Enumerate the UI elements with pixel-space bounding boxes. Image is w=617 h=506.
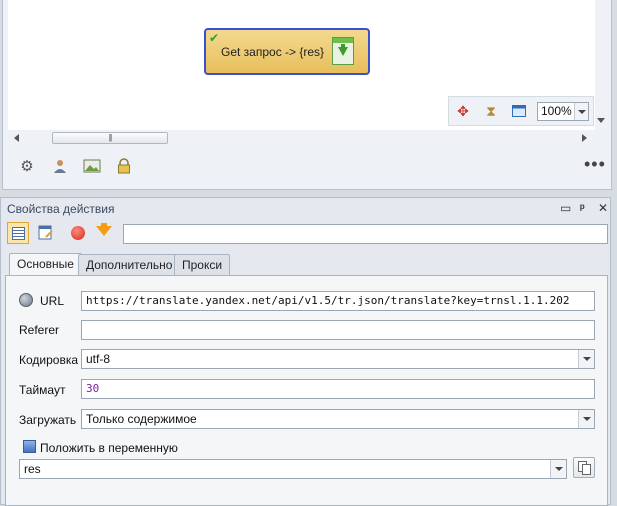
hourglass-icon[interactable]: ⧗	[483, 103, 499, 119]
more-options-icon[interactable]: •••	[584, 154, 606, 175]
gear-icon[interactable]: ⚙	[18, 158, 36, 176]
variable-value: res	[24, 462, 41, 476]
workflow-canvas[interactable]: ✔ Get запрос -> {res} ✥ ⧗ 100%	[8, 0, 595, 130]
chevron-down-icon[interactable]	[574, 103, 588, 120]
encoding-label: Кодировка	[19, 353, 79, 367]
scrollbar-thumb[interactable]: |||	[52, 132, 168, 144]
download-icon	[332, 37, 354, 65]
action-properties-panel: Свойства действия ▭ ᵖ ✕ Основные Дополни…	[0, 197, 611, 506]
chevron-down-icon[interactable]	[578, 410, 594, 428]
edit-form-button[interactable]	[35, 222, 57, 244]
scroll-down-arrow-icon[interactable]	[597, 118, 605, 123]
pin-icon[interactable]: ᵖ	[580, 201, 585, 215]
tab-additional[interactable]: Дополнительно	[78, 254, 181, 275]
copy-button[interactable]	[573, 457, 595, 478]
variable-select[interactable]: res	[19, 459, 567, 479]
scroll-right-arrow-icon[interactable]	[582, 134, 587, 142]
zoom-select[interactable]: 100%	[537, 102, 589, 121]
chevron-down-icon[interactable]	[578, 350, 594, 368]
zoom-toolbar: ✥ ⧗ 100%	[448, 96, 594, 126]
arrow-down-icon	[96, 226, 112, 236]
check-icon: ✔	[209, 31, 220, 45]
panel-title: Свойства действия	[7, 202, 115, 216]
image-icon[interactable]	[83, 158, 101, 176]
table-icon	[12, 227, 25, 240]
user-icon[interactable]	[51, 158, 69, 176]
stop-icon	[71, 226, 85, 240]
zoom-value: 100%	[541, 104, 572, 118]
load-select[interactable]: Только содержимое	[81, 409, 595, 429]
tab-proxy[interactable]: Прокси	[174, 254, 231, 275]
move-down-button[interactable]	[93, 222, 115, 244]
save-to-variable-checkbox[interactable]	[23, 440, 36, 453]
scroll-left-arrow-icon[interactable]	[14, 134, 19, 142]
load-value: Только содержимое	[86, 412, 197, 426]
properties-search-input[interactable]	[123, 224, 608, 244]
load-label: Загружать	[19, 413, 77, 427]
lock-icon[interactable]	[115, 158, 133, 176]
referer-label: Referer	[19, 323, 60, 337]
chevron-down-icon[interactable]	[550, 460, 566, 478]
copy-icon	[582, 464, 591, 475]
form-edit-icon	[38, 225, 53, 240]
referer-input[interactable]	[81, 320, 595, 340]
timeout-label: Таймаут	[19, 383, 66, 397]
tab-main[interactable]: Основные	[9, 253, 82, 275]
fit-window-icon[interactable]	[511, 103, 527, 119]
globe-icon	[19, 293, 33, 307]
canvas-toolbar: ⚙ •••	[8, 150, 608, 182]
table-view-button[interactable]	[7, 222, 29, 244]
restore-icon[interactable]: ▭	[560, 201, 571, 215]
action-node-get-request[interactable]: ✔ Get запрос -> {res}	[204, 28, 370, 75]
canvas-panel: ✔ Get запрос -> {res} ✥ ⧗ 100% ||| ⚙ •••	[2, 0, 612, 190]
url-label: URL	[40, 294, 65, 308]
encoding-value: utf-8	[86, 352, 111, 366]
url-input[interactable]: https://translate.yandex.net/api/v1.5/tr…	[81, 291, 595, 311]
stop-button[interactable]	[67, 222, 89, 244]
action-node-label: Get запрос -> {res}	[221, 45, 325, 59]
horizontal-scrollbar[interactable]: |||	[8, 131, 595, 145]
close-icon[interactable]: ✕	[598, 201, 608, 215]
timeout-input[interactable]: 30	[81, 379, 595, 399]
center-target-icon[interactable]: ✥	[455, 103, 471, 119]
properties-toolbar	[5, 220, 608, 248]
save-to-variable-label: Положить в переменную	[40, 441, 178, 455]
encoding-select[interactable]: utf-8	[81, 349, 595, 369]
